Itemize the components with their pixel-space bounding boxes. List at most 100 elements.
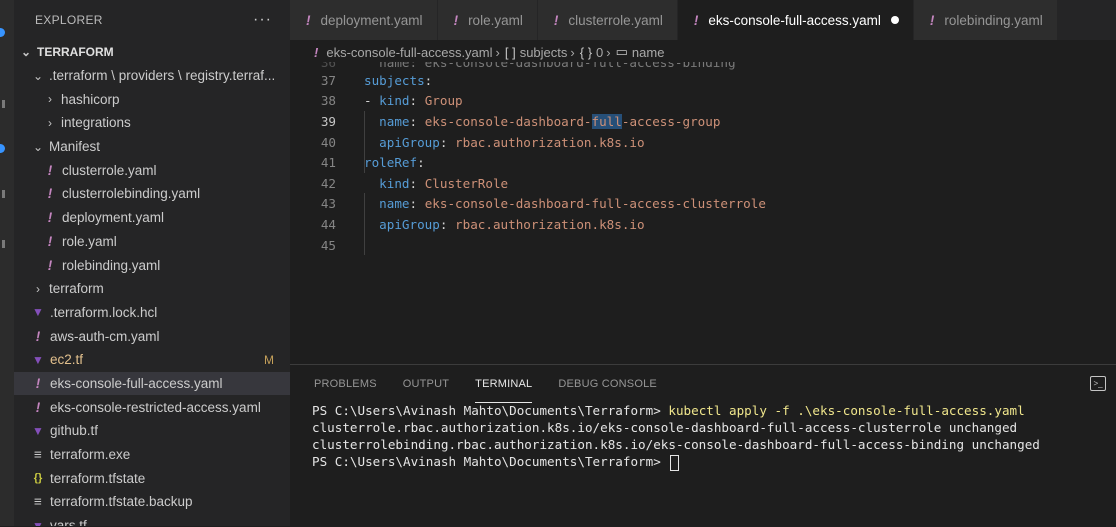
yaml-value: -access-group bbox=[621, 113, 721, 129]
chevron-down-icon: ⌄ bbox=[32, 139, 44, 154]
activity-badge[interactable] bbox=[0, 144, 5, 153]
terminal-prompt-line: PS C:\Users\Avinash Mahto\Documents\Terr… bbox=[312, 454, 1040, 471]
activity-mark[interactable] bbox=[2, 190, 5, 198]
panel-tab-problems[interactable]: PROBLEMS bbox=[314, 365, 377, 403]
tree-item[interactable]: ! clusterrole.yaml bbox=[14, 158, 290, 182]
yaml-key: name bbox=[379, 113, 410, 129]
terminal-icon[interactable]: >_ bbox=[1090, 376, 1106, 391]
yaml-file-icon: ! bbox=[35, 328, 41, 344]
tree-item[interactable]: › hashicorp bbox=[14, 87, 290, 111]
activity-mark[interactable] bbox=[2, 100, 5, 108]
yaml-value: ClusterRole bbox=[424, 175, 509, 191]
chevron-right-icon: › bbox=[606, 44, 611, 60]
terminal[interactable]: PS C:\Users\Avinash Mahto\Documents\Terr… bbox=[312, 403, 1040, 471]
code-line: 38 - kind: Group bbox=[290, 91, 1116, 112]
breadcrumb-name[interactable]: name bbox=[632, 45, 665, 60]
tree-item[interactable]: ! role.yaml bbox=[14, 230, 290, 254]
code-text: apiGroup: rbac.authorization.k8s.io bbox=[364, 216, 645, 232]
yaml-value: rbac.authorization.k8s.io bbox=[455, 216, 645, 232]
breadcrumb-file[interactable]: eks-console-full-access.yaml bbox=[326, 45, 492, 60]
yaml-file-icon: ! bbox=[453, 12, 459, 28]
workspace-title: TERRAFORM bbox=[37, 44, 114, 59]
yaml-key: apiGroup bbox=[379, 216, 440, 232]
activity-indicator[interactable] bbox=[0, 28, 5, 37]
panel-tab-debug-console[interactable]: DEBUG CONSOLE bbox=[558, 365, 657, 403]
object-icon: { } bbox=[579, 44, 593, 60]
breadcrumb-index[interactable]: 0 bbox=[596, 45, 603, 60]
editor-tab[interactable]: ! rolebinding.yaml bbox=[913, 0, 1058, 40]
tree-item[interactable]: ! aws-auth-cm.yaml bbox=[14, 324, 290, 348]
yaml-colon: : bbox=[439, 216, 448, 232]
tree-item[interactable]: ! deployment.yaml bbox=[14, 206, 290, 230]
tree-item[interactable]: ≡ terraform.tfstate.backup bbox=[14, 490, 290, 514]
tree-item[interactable]: ⌄ Manifest bbox=[14, 135, 290, 159]
yaml-file-icon: ! bbox=[693, 12, 699, 28]
indent-guide bbox=[364, 193, 365, 255]
editor-tab[interactable]: ! clusterrole.yaml bbox=[537, 0, 678, 40]
editor-tab[interactable]: ! role.yaml bbox=[437, 0, 538, 40]
editor-tab[interactable]: ! deployment.yaml bbox=[290, 0, 438, 40]
yaml-file-icon: ! bbox=[47, 162, 53, 178]
tree-item-label: Manifest bbox=[49, 139, 101, 155]
code-line: 45 bbox=[290, 235, 1116, 256]
activity-mark[interactable] bbox=[2, 240, 5, 248]
chevron-down-icon: ⌄ bbox=[20, 44, 32, 59]
breadcrumb-subjects[interactable]: subjects bbox=[520, 45, 568, 60]
terraform-file-icon: ▼ bbox=[32, 352, 44, 367]
line-number: 39 bbox=[320, 113, 336, 129]
tree-item[interactable]: {} terraform.tfstate bbox=[14, 466, 290, 490]
tree-item-label: vars.tf bbox=[50, 518, 87, 526]
activity-bar bbox=[0, 0, 14, 526]
yaml-colon: : bbox=[409, 93, 418, 109]
yaml-file-icon: ! bbox=[929, 12, 935, 28]
yaml-colon: : bbox=[409, 196, 418, 212]
code-line: 41 roleRef: bbox=[290, 152, 1116, 173]
editor-tabs: ! deployment.yaml! role.yaml! clusterrole.y… bbox=[290, 0, 1116, 40]
tree-item-label: .terraform.lock.hcl bbox=[50, 304, 158, 320]
tree-item[interactable]: ▼ ec2.tf M bbox=[14, 348, 290, 372]
text-file-icon: ≡ bbox=[34, 494, 42, 510]
panel-tab-terminal[interactable]: TERMINAL bbox=[475, 365, 533, 403]
tree-item[interactable]: ! eks-console-full-access.yaml bbox=[14, 371, 290, 396]
line-number: 43 bbox=[320, 196, 336, 212]
yaml-key: kind bbox=[379, 93, 410, 109]
tree-item[interactable]: ! eks-console-restricted-access.yaml bbox=[14, 395, 290, 419]
yaml-key: name bbox=[379, 196, 410, 212]
tree-item[interactable]: › integrations bbox=[14, 111, 290, 135]
yaml-key: subjects bbox=[364, 72, 425, 88]
chevron-right-icon: › bbox=[36, 281, 40, 296]
more-actions-icon[interactable]: ··· bbox=[253, 11, 272, 29]
code-editor[interactable]: 36 name: eks-console-dashboard-full-acce… bbox=[290, 62, 1116, 255]
tree-item[interactable]: ! clusterrolebinding.yaml bbox=[14, 182, 290, 206]
yaml-value: Group bbox=[424, 93, 463, 109]
selection-highlight: full bbox=[591, 113, 622, 129]
bottom-panel: PROBLEMS OUTPUT TERMINAL DEBUG CONSOLE >_ P… bbox=[290, 364, 1116, 527]
yaml-colon: : bbox=[439, 134, 448, 150]
line-number: 41 bbox=[320, 155, 336, 171]
yaml-key: apiGroup bbox=[379, 134, 440, 150]
chevron-right-icon: › bbox=[495, 44, 500, 60]
tree-item[interactable]: ! rolebinding.yaml bbox=[14, 253, 290, 277]
indent-guide bbox=[364, 111, 365, 173]
yaml-file-icon: ! bbox=[47, 210, 53, 226]
tree-item-label: clusterrolebinding.yaml bbox=[62, 186, 201, 202]
editor-tab-label: deployment.yaml bbox=[320, 12, 423, 28]
tree-item[interactable]: ▼ vars.tf bbox=[14, 514, 290, 526]
unsaved-dot-icon[interactable] bbox=[890, 16, 899, 24]
workspace-section[interactable]: ⌄ TERRAFORM bbox=[14, 40, 290, 64]
editor-tab[interactable]: ! eks-console-full-access.yaml bbox=[677, 0, 914, 40]
tree-item-label: eks-console-full-access.yaml bbox=[50, 375, 223, 391]
tree-item[interactable]: ▼ github.tf bbox=[14, 419, 290, 443]
line-number: 36 bbox=[320, 62, 336, 70]
tree-item[interactable]: ⌄ .terraform \ providers \ registry.terra… bbox=[14, 64, 290, 88]
tree-item-label: rolebinding.yaml bbox=[62, 257, 161, 273]
tree-item[interactable]: ▼ .terraform.lock.hcl bbox=[14, 301, 290, 325]
array-icon: [ ] bbox=[504, 44, 516, 60]
chevron-right-icon: › bbox=[48, 92, 52, 107]
tree-item[interactable]: › terraform bbox=[14, 277, 290, 301]
tree-item-label: terraform.exe bbox=[50, 447, 131, 463]
terraform-file-icon: ▼ bbox=[32, 518, 44, 526]
tree-item[interactable]: ≡ terraform.exe bbox=[14, 443, 290, 467]
panel-tab-output[interactable]: OUTPUT bbox=[403, 365, 449, 403]
file-tree: ⌄ .terraform \ providers \ registry.terra… bbox=[14, 64, 290, 526]
